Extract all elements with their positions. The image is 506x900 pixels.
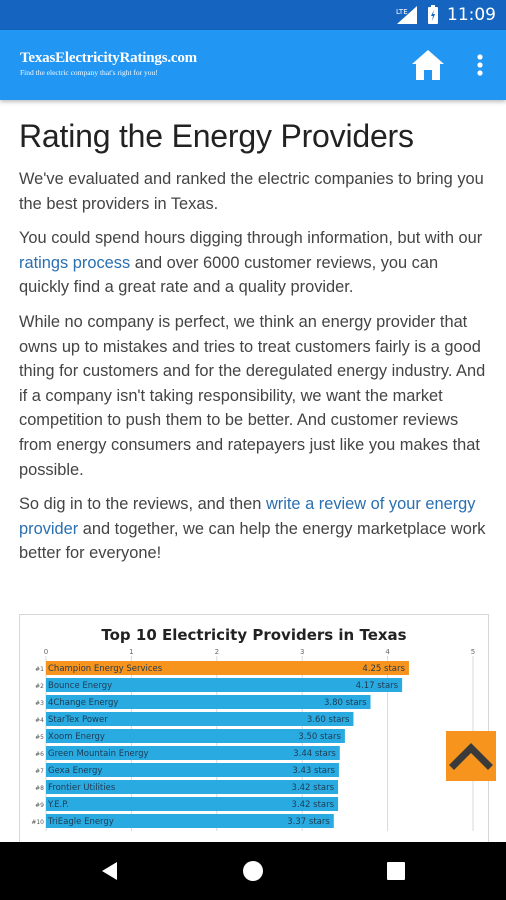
rank-label: #4 bbox=[35, 717, 44, 724]
value-label: 3.60 stars bbox=[307, 715, 350, 725]
value-label: 3.44 stars bbox=[293, 749, 336, 759]
ratings-process-link[interactable]: ratings process bbox=[19, 254, 130, 272]
battery-icon bbox=[428, 5, 438, 24]
rank-label: #7 bbox=[35, 768, 44, 775]
home-icon bbox=[412, 50, 444, 80]
philosophy-paragraph: While no company is perfect, we think an… bbox=[19, 312, 486, 479]
value-label: 3.37 stars bbox=[287, 817, 330, 827]
x-tick-label: 4 bbox=[385, 648, 390, 656]
value-label: 4.17 stars bbox=[356, 681, 399, 691]
intro-paragraph: We've evaluated and ranked the electric … bbox=[19, 170, 484, 213]
x-tick-label: 0 bbox=[44, 648, 48, 656]
nav-recents-button[interactable] bbox=[366, 842, 426, 900]
category-label: 4Change Energy bbox=[48, 698, 118, 708]
category-label: TriEagle Energy bbox=[47, 817, 114, 827]
category-label: Gexa Energy bbox=[48, 766, 102, 776]
rank-label: #3 bbox=[35, 700, 44, 707]
category-label: Bounce Energy bbox=[48, 681, 112, 691]
cta-text-before: So dig in to the reviews, and then bbox=[19, 495, 266, 514]
ratings-paragraph: You could spend hours digging through in… bbox=[19, 226, 489, 300]
rank-label: #5 bbox=[35, 734, 44, 741]
call-to-action-paragraph: So dig in to the reviews, and then write… bbox=[19, 492, 489, 566]
category-label: Frontier Utilities bbox=[48, 783, 116, 793]
value-label: 4.25 stars bbox=[362, 664, 405, 674]
chart-title: Top 10 Electricity Providers in Texas bbox=[101, 626, 406, 644]
rank-label: #9 bbox=[35, 802, 44, 809]
home-button[interactable] bbox=[410, 47, 446, 83]
nav-recents-icon bbox=[387, 862, 405, 880]
x-tick-label: 5 bbox=[471, 648, 475, 656]
rank-label: #6 bbox=[35, 751, 44, 758]
app-bar: TexasElectricityRatings.com Find the ele… bbox=[0, 30, 506, 100]
site-brand[interactable]: TexasElectricityRatings.com Find the ele… bbox=[20, 50, 197, 77]
value-label: 3.42 stars bbox=[292, 800, 335, 810]
system-nav-bar bbox=[0, 842, 506, 900]
cta-text-after: and together, we can help the energy mar… bbox=[19, 519, 486, 563]
bar-chart: Top 10 Electricity Providers in Texas 0 1… bbox=[31, 626, 475, 831]
status-time: 11:09 bbox=[447, 5, 496, 25]
overflow-menu-button[interactable] bbox=[470, 50, 490, 80]
value-label: 3.50 stars bbox=[298, 732, 341, 742]
nav-home-icon bbox=[243, 861, 263, 881]
x-tick-label: 1 bbox=[129, 648, 133, 656]
more-vert-icon bbox=[477, 54, 483, 76]
site-tagline: Find the electric company that's right f… bbox=[20, 68, 158, 77]
x-tick-label: 3 bbox=[300, 648, 304, 656]
status-icons: LTE 11:09 bbox=[395, 0, 496, 30]
status-bar: LTE 11:09 bbox=[0, 0, 506, 30]
lte-signal-icon: LTE bbox=[396, 6, 417, 24]
x-tick-label: 2 bbox=[215, 648, 219, 656]
category-label: Y.E.P. bbox=[47, 800, 69, 810]
page-title: Rating the Energy Providers bbox=[19, 118, 414, 154]
category-label: Xoom Energy bbox=[48, 732, 105, 742]
rank-label: #1 bbox=[35, 666, 44, 673]
ratings-text-before: You could spend hours digging through in… bbox=[19, 229, 483, 248]
nav-home-button[interactable] bbox=[223, 842, 283, 900]
category-label: Green Mountain Energy bbox=[48, 749, 149, 759]
category-label: StarTex Power bbox=[48, 715, 108, 725]
category-label: Champion Energy Services bbox=[48, 664, 163, 674]
network-label: LTE bbox=[396, 8, 408, 16]
scroll-top-button[interactable] bbox=[446, 731, 496, 781]
site-name: TexasElectricityRatings.com bbox=[20, 50, 197, 66]
rank-label: #8 bbox=[35, 785, 44, 792]
rank-label: #2 bbox=[35, 683, 44, 690]
value-label: 3.43 stars bbox=[292, 766, 335, 776]
value-label: 3.80 stars bbox=[324, 698, 367, 708]
rank-label: #10 bbox=[31, 819, 44, 826]
nav-back-button[interactable] bbox=[80, 842, 140, 900]
article: Rating the Energy Providers We've evalua… bbox=[19, 115, 489, 566]
providers-chart[interactable]: Top 10 Electricity Providers in Texas 0 1… bbox=[19, 614, 489, 854]
chevron-up-icon bbox=[449, 743, 493, 770]
nav-back-icon bbox=[102, 862, 117, 880]
value-label: 3.42 stars bbox=[292, 783, 335, 793]
